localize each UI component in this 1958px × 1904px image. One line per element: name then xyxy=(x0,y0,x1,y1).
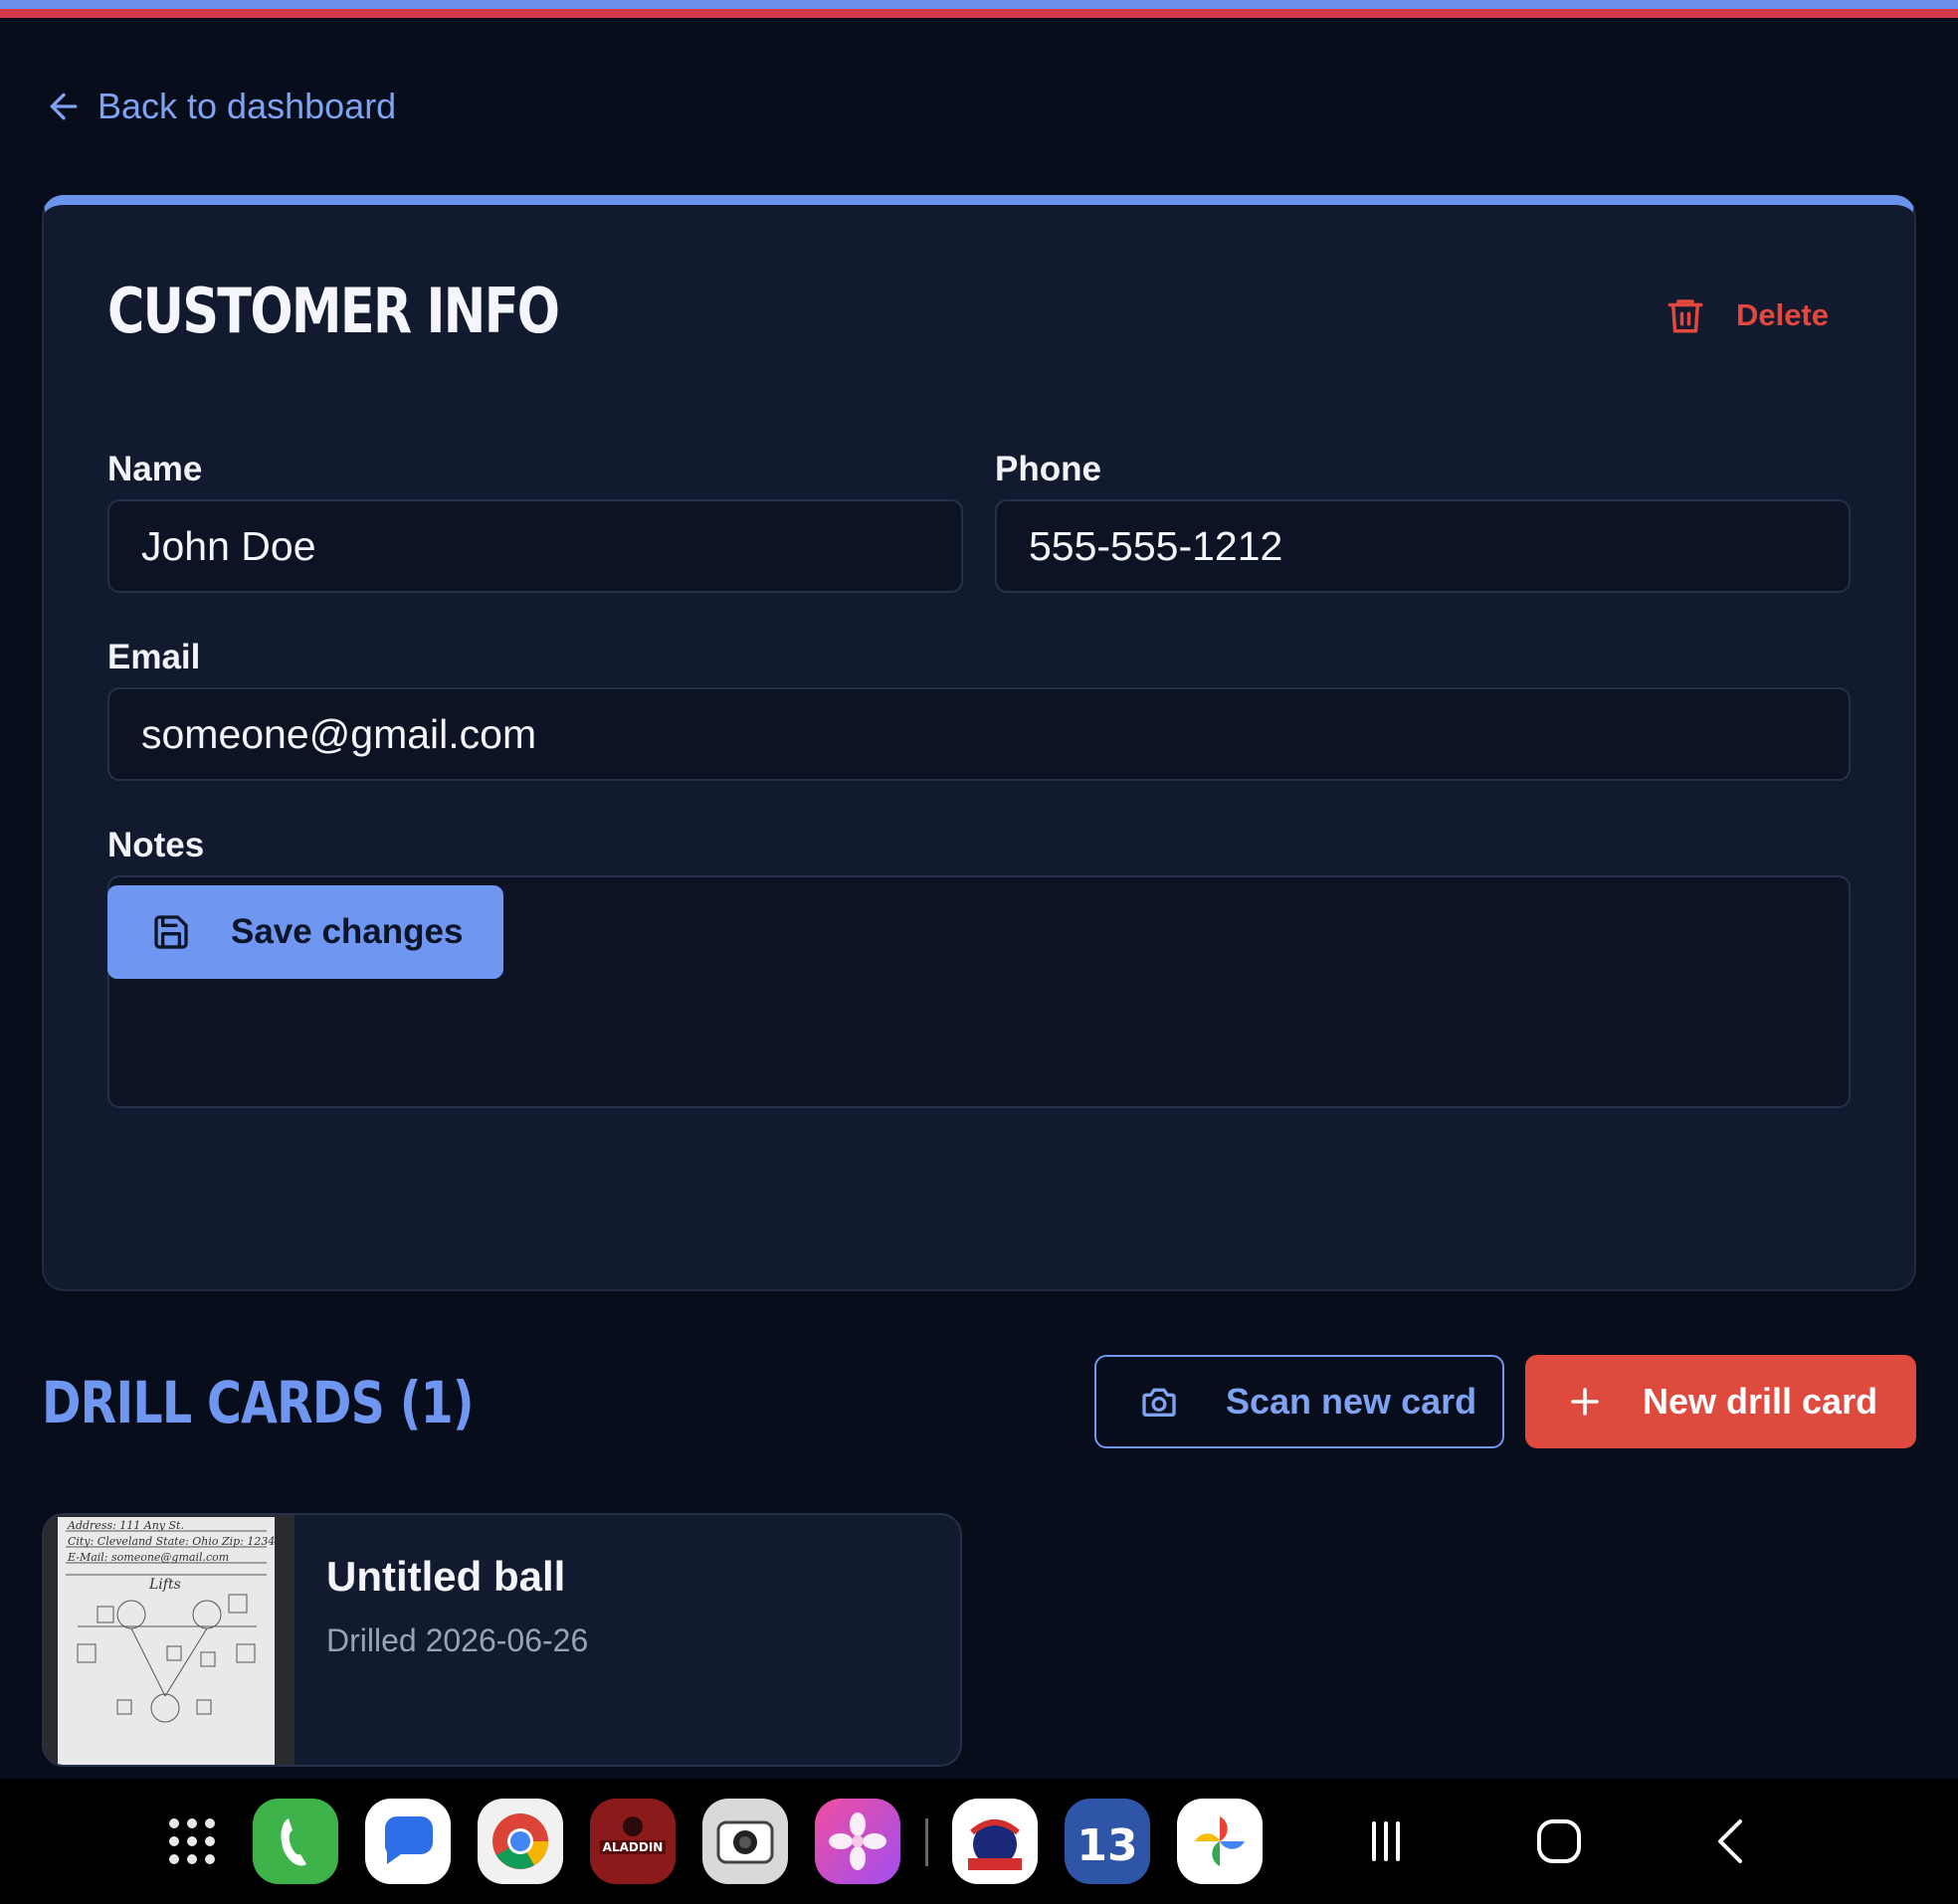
messages-app-icon[interactable] xyxy=(365,1799,451,1884)
arrow-left-icon xyxy=(50,93,78,120)
email-label: Email xyxy=(107,638,201,676)
new-drill-card-label: New drill card xyxy=(1643,1381,1878,1422)
phone-input[interactable] xyxy=(995,499,1851,593)
phone-label: Phone xyxy=(995,450,1101,488)
recents-icon[interactable] xyxy=(1351,1807,1421,1876)
scan-new-card-button[interactable]: Scan new card xyxy=(1094,1355,1504,1448)
customer-info-card: CUSTOMER INFO Delete Name Phone Email No… xyxy=(42,195,1916,1291)
name-label: Name xyxy=(107,450,203,488)
android-taskbar: ALADDIN 13 xyxy=(0,1779,1958,1904)
taskbar-divider xyxy=(925,1818,928,1866)
floppy-disk-icon xyxy=(154,915,188,949)
camera-app-icon[interactable] xyxy=(702,1799,788,1884)
top-accent-stripe xyxy=(0,0,1958,18)
drill-card-thumbnail: Address: 111 Any St. City: Cleveland Sta… xyxy=(44,1515,294,1765)
back-icon[interactable] xyxy=(1697,1807,1767,1876)
handwritten-drill-sheet-image: Address: 111 Any St. City: Cleveland Sta… xyxy=(66,1519,282,1723)
customer-info-title: CUSTOMER INFO xyxy=(107,275,560,347)
trash-icon xyxy=(1667,299,1703,333)
scan-new-card-label: Scan new card xyxy=(1226,1381,1477,1422)
google-photos-app-icon[interactable] xyxy=(1177,1799,1263,1884)
save-changes-label: Save changes xyxy=(231,912,464,951)
back-link-label: Back to dashboard xyxy=(98,86,397,126)
new-drill-card-button[interactable]: New drill card xyxy=(1525,1355,1916,1448)
email-input[interactable] xyxy=(107,687,1851,781)
aladdin-connect-app-icon[interactable]: ALADDIN xyxy=(590,1799,676,1884)
save-changes-button[interactable]: Save changes xyxy=(107,885,503,979)
drill-card-date: Drilled 2026-06-26 xyxy=(326,1622,589,1658)
name-input[interactable] xyxy=(107,499,963,593)
svg-text:ALADDIN: ALADDIN xyxy=(603,1840,664,1854)
plus-icon xyxy=(1571,1388,1599,1416)
camera-icon xyxy=(1142,1388,1176,1417)
home-icon[interactable] xyxy=(1524,1807,1594,1876)
thumb-city-text: City: Cleveland State: Ohio Zip: 12345 xyxy=(68,1535,275,1548)
drill-card-name: Untitled ball xyxy=(326,1553,566,1600)
thumb-address-text: Address: 111 Any St. xyxy=(67,1519,184,1532)
phone-app-icon[interactable] xyxy=(253,1799,338,1884)
delete-button[interactable]: Delete xyxy=(1664,288,1829,342)
drill-card-item[interactable]: Address: 111 Any St. City: Cleveland Sta… xyxy=(42,1513,962,1767)
svg-text:13: 13 xyxy=(1077,1820,1137,1871)
thumb-lifts-text: Lifts xyxy=(148,1577,181,1593)
chrome-app-icon[interactable] xyxy=(478,1799,563,1884)
drill-cards-title: DRILL CARDS (1) xyxy=(42,1369,475,1436)
bowlers-depot-app-icon[interactable] xyxy=(952,1799,1038,1884)
back-to-dashboard-link[interactable]: Back to dashboard xyxy=(44,82,396,131)
notes-label: Notes xyxy=(107,826,205,864)
gallery-app-icon[interactable] xyxy=(815,1799,900,1884)
thumb-email-text: E-Mail: someone@gmail.com xyxy=(67,1551,229,1564)
channel-13-app-icon[interactable]: 13 xyxy=(1065,1799,1150,1884)
app-drawer-icon[interactable] xyxy=(149,1799,235,1884)
delete-label: Delete xyxy=(1735,297,1829,332)
